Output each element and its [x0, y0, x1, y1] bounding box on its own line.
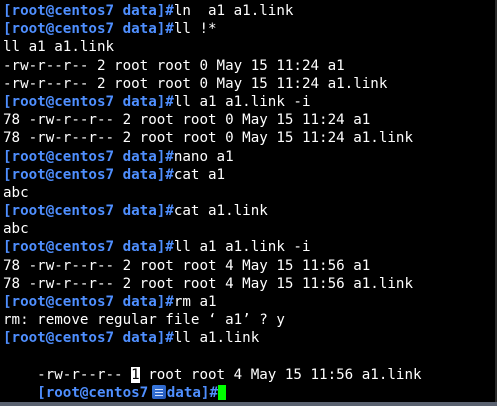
selected-char[interactable]: 1 — [131, 366, 140, 383]
prompt: [root@centos7 data]# — [3, 294, 174, 310]
output-line: -rw-r--r-- 2 root root 0 May 15 11:24 a1… — [3, 75, 497, 93]
output-line: ll a1 a1.link — [3, 38, 497, 56]
output-line: -rw-r--r-- 2 root root 0 May 15 11:24 a1 — [3, 57, 497, 75]
command-line: [root@centos7 data]#ll a1 a1.link -i — [3, 238, 497, 256]
prompt: data]# — [166, 384, 219, 401]
command-line: [root@centos7 data]#cat a1.link — [3, 202, 497, 220]
command-text: nano a1 — [173, 148, 234, 165]
command-text: cat a1.link — [173, 203, 268, 220]
command-text: ln a1 a1.link — [173, 3, 294, 19]
command-line: [root@centos7 data]#ll a1 a1.link -i — [3, 93, 497, 111]
output-text: rm: remove regular file ‘ a1’ ? y — [3, 312, 285, 329]
output-text: 78 -rw-r--r-- 2 root root 0 May 15 11:24… — [3, 130, 413, 147]
output-line: 78 -rw-r--r-- 2 root root 4 May 15 11:56… — [3, 275, 497, 293]
output-line: abc — [3, 184, 497, 202]
prompt: [root@centos7 data]# — [3, 239, 174, 256]
output-line: 78 -rw-r--r-- 2 root root 0 May 15 11:24… — [3, 129, 497, 147]
scrollbar-horizontal[interactable] — [0, 402, 497, 406]
output-text: -rw-r--r-- — [37, 366, 132, 383]
command-line: [root@centos7 data]#cat a1 — [3, 166, 497, 184]
output-line: 78 -rw-r--r-- 2 root root 0 May 15 11:24… — [3, 111, 497, 129]
output-line: 78 -rw-r--r-- 2 root root 4 May 15 11:56… — [3, 257, 497, 275]
cursor — [218, 384, 227, 400]
output-text: 78 -rw-r--r-- 2 root root 4 May 15 11:56… — [3, 257, 371, 274]
terminal-window[interactable]: [root@centos7 data]#ln a1 a1.link [root@c… — [0, 0, 497, 406]
prompt: [root@centos7 data]# — [3, 3, 174, 19]
output-text: abc — [3, 184, 29, 201]
command-line: [root@centos7 data]#ln a1 a1.link — [3, 2, 497, 20]
prompt: [root@centos7 — [37, 384, 157, 401]
terminal-line: -rw-r--r-- 1 root root 4 May 15 11:56 a1… — [3, 348, 497, 383]
output-text: -rw-r--r-- 2 root root 0 May 15 11:24 a1 — [3, 57, 345, 74]
command-line: [root@centos7 data]#rm a1 — [3, 293, 497, 311]
command-text: ll a1.link — [173, 330, 260, 347]
command-text: ll a1 a1.link -i — [173, 239, 311, 256]
output-line: abc — [3, 220, 497, 238]
prompt: [root@centos7 data]# — [3, 166, 174, 183]
output-text: abc — [3, 221, 29, 238]
output-text: ll a1 a1.link — [3, 39, 115, 56]
command-text: ll !* — [173, 21, 217, 38]
prompt: [root@centos7 data]# — [3, 148, 174, 165]
command-line: [root@centos7 data]#nano a1 — [3, 148, 497, 166]
output-text: 78 -rw-r--r-- 2 root root 4 May 15 11:56… — [3, 275, 413, 292]
output-text: root root 4 May 15 11:56 a1.link — [139, 366, 422, 383]
output-line: rm: remove regular file ‘ a1’ ? y — [3, 311, 497, 329]
prompt: [root@centos7 data]# — [3, 21, 174, 38]
command-line: [root@centos7 data]#ll !* — [3, 20, 497, 38]
input-method-icon[interactable] — [151, 384, 166, 399]
output-text: 78 -rw-r--r-- 2 root root 0 May 15 11:24… — [3, 112, 371, 129]
command-line: [root@centos7 data]#ll a1.link — [3, 329, 497, 347]
command-text: rm a1 — [173, 294, 217, 310]
terminal-output: [root@centos7 data]#ln a1 a1.link [root@c… — [3, 2, 497, 348]
prompt: [root@centos7 data]# — [3, 330, 174, 347]
command-text: ll a1 a1.link -i — [173, 93, 311, 110]
prompt: [root@centos7 data]# — [3, 93, 174, 110]
command-text: cat a1 — [173, 166, 226, 183]
output-text: -rw-r--r-- 2 root root 0 May 15 11:24 a1… — [3, 75, 388, 92]
prompt: [root@centos7 data]# — [3, 203, 174, 220]
